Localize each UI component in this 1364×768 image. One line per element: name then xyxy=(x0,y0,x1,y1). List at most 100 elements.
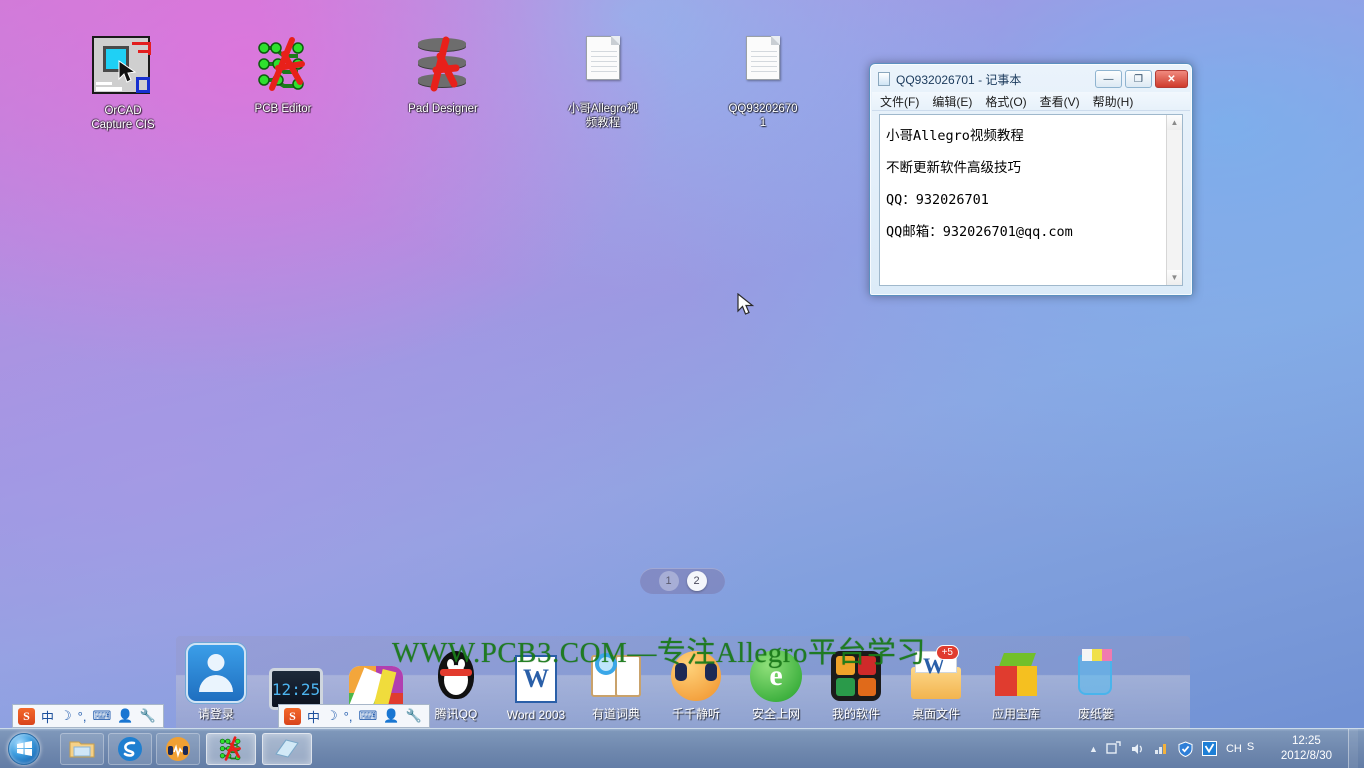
notepad-icon xyxy=(275,738,299,758)
desktop-icon-label: PCB Editor xyxy=(254,103,312,115)
notepad-line: QQ邮箱：932026701@qq.com xyxy=(886,224,1073,240)
sogou-browser-icon xyxy=(118,736,142,761)
scroll-down-arrow-icon[interactable]: ▼ xyxy=(1167,270,1182,285)
show-desktop-button[interactable] xyxy=(1348,728,1358,768)
pad-designer-icon xyxy=(412,34,474,96)
notepad-titlebar[interactable]: QQ932026701 - 记事本 — ❐ ✕ xyxy=(872,66,1190,92)
ime-settings-icon[interactable]: 🔧 xyxy=(139,708,155,724)
dock-item-label: 应用宝库 xyxy=(991,707,1040,721)
dock-item-label: 安全上网 xyxy=(751,707,800,721)
pcb-editor-icon xyxy=(219,735,241,761)
taskbar-clock[interactable]: 12:25 2012/8/30 xyxy=(1277,734,1336,764)
user-avatar-icon xyxy=(186,643,246,703)
desktop-icon-label: Pad Designer xyxy=(408,103,478,115)
notepad-scrollbar[interactable]: ▲ ▼ xyxy=(1166,115,1182,285)
language-code: CH xyxy=(1225,742,1242,755)
taskbar-pcb-editor[interactable] xyxy=(206,732,256,765)
volume-icon[interactable] xyxy=(1130,741,1146,757)
ime-punctuation-icon[interactable]: °, xyxy=(344,709,353,724)
taskbar[interactable]: ▲ CH S 12:25 2012/8/30 xyxy=(0,728,1364,768)
folder-icon xyxy=(69,741,95,757)
desktop-icon-orcad-capture-cis[interactable]: OrCAD Capture CIS xyxy=(62,34,184,132)
desktop-icon-pad-designer[interactable]: Pad Designer xyxy=(382,34,504,116)
sogou-ime-icon[interactable]: S xyxy=(1247,741,1263,757)
menu-item-help[interactable]: 帮助(H) xyxy=(1093,93,1134,110)
ime-moon-icon[interactable]: ☽ xyxy=(60,708,72,724)
text-document-icon xyxy=(572,34,634,96)
ime-settings-icon[interactable]: 🔧 xyxy=(405,708,421,724)
desktop-icon-label: 小哥Allegro视 频教程 xyxy=(567,103,639,129)
language-indicator[interactable]: CH S xyxy=(1226,741,1263,757)
page-dot-1[interactable]: 1 xyxy=(658,571,679,591)
notepad-app-icon xyxy=(878,72,890,86)
orcad-capture-cis-icon xyxy=(92,36,154,98)
desktop-icon-label: QQ93202670 1 xyxy=(728,103,798,129)
windows-logo-icon xyxy=(8,732,40,765)
pcb-editor-icon xyxy=(252,34,314,96)
network-icon[interactable] xyxy=(1154,741,1170,757)
desktop-icon-label: OrCAD Capture CIS xyxy=(91,105,155,131)
start-button[interactable] xyxy=(0,730,48,768)
ime-moon-icon[interactable]: ☽ xyxy=(326,708,338,724)
ime-keyboard-icon[interactable]: ⌨ xyxy=(358,708,377,724)
sogou-ime-icon[interactable]: S xyxy=(18,707,35,725)
notepad-line: QQ：932026701 xyxy=(886,192,989,208)
dock-item-label: 桌面文件 xyxy=(911,707,960,721)
notepad-line: 小哥Allegro视频教程 xyxy=(886,128,1024,144)
menu-item-view[interactable]: 查看(V) xyxy=(1040,93,1080,110)
desktop-icon-allegro-video-tutorial[interactable]: 小哥Allegro视 频教程 xyxy=(542,34,664,130)
taskbar-music[interactable] xyxy=(156,732,200,765)
scroll-up-arrow-icon[interactable]: ▲ xyxy=(1167,115,1182,130)
maximize-button[interactable]: ❐ xyxy=(1125,70,1152,88)
mouse-cursor-icon xyxy=(737,293,755,315)
notepad-menubar[interactable]: 文件(F) 编辑(E) 格式(O) 查看(V) 帮助(H) xyxy=(872,92,1190,111)
dock-item-label: 有道词典 xyxy=(591,707,640,721)
notepad-text-area[interactable]: 小哥Allegro视频教程 不断更新软件高级技巧 QQ：932026701 QQ… xyxy=(880,115,1166,285)
notepad-window[interactable]: QQ932026701 - 记事本 — ❐ ✕ 文件(F) 编辑(E) 格式(O… xyxy=(869,63,1193,296)
ime-punctuation-icon[interactable]: °, xyxy=(78,709,87,724)
dock-item-label: 废纸篓 xyxy=(1077,707,1114,721)
desktop-page-indicator[interactable]: 1 2 xyxy=(640,568,725,594)
ime-mode-chinese[interactable]: 中 xyxy=(41,707,54,726)
ime-keyboard-icon[interactable]: ⌨ xyxy=(92,708,111,724)
notepad-body[interactable]: 小哥Allegro视频教程 不断更新软件高级技巧 QQ：932026701 QQ… xyxy=(879,114,1183,286)
sogou-ime-icon[interactable]: S xyxy=(284,707,301,725)
menu-item-format[interactable]: 格式(O) xyxy=(985,93,1026,110)
ime-toolbar-dock[interactable]: S 中 ☽ °, ⌨ 👤 🔧 xyxy=(278,704,430,728)
tray-overflow-arrow-icon[interactable]: ▲ xyxy=(1089,744,1098,754)
ime-user-icon[interactable]: 👤 xyxy=(383,708,399,724)
clock-time: 12:25 xyxy=(1292,734,1321,747)
notepad-line: 不断更新软件高级技巧 xyxy=(886,160,1021,176)
desktop[interactable]: OrCAD Capture CIS PCB Editor Pad Designe… xyxy=(0,0,1364,768)
antivirus-icon[interactable] xyxy=(1202,741,1218,757)
cube-icon xyxy=(989,649,1043,703)
menu-item-file[interactable]: 文件(F) xyxy=(880,93,919,110)
music-headphone-icon xyxy=(166,736,190,761)
dock-item-label: 请登录 xyxy=(197,707,234,721)
minimize-button[interactable]: — xyxy=(1095,70,1122,88)
system-tray[interactable]: ▲ CH S 12:25 2012/8/30 xyxy=(1089,728,1364,768)
close-button[interactable]: ✕ xyxy=(1155,70,1188,88)
dock-item-label: 千千静听 xyxy=(671,707,720,721)
notepad-title-text: QQ932026701 - 记事本 xyxy=(896,72,1022,87)
desktop-icon-qq-text-file[interactable]: QQ93202670 1 xyxy=(702,34,824,130)
page-dot-2[interactable]: 2 xyxy=(686,571,707,591)
taskbar-explorer[interactable] xyxy=(60,732,104,765)
dock-item-label: 我的软件 xyxy=(831,707,880,721)
menu-item-edit[interactable]: 编辑(E) xyxy=(932,93,972,110)
taskbar-notepad[interactable] xyxy=(262,732,312,765)
action-center-icon[interactable] xyxy=(1106,741,1122,757)
dock-item-login-account[interactable]: 请登录 xyxy=(176,643,256,728)
desktop-icon-pcb-editor[interactable]: PCB Editor xyxy=(222,34,344,116)
trash-basket-icon xyxy=(1069,649,1123,703)
watermark-text: WWW.PCB3.COM—专注Allegro平台学习 xyxy=(392,637,926,669)
dock-item-app-treasury[interactable]: 应用宝库 xyxy=(976,649,1056,728)
dock-item-label: Word 2003 xyxy=(506,708,566,722)
dock-item-recycle-bin[interactable]: 废纸篓 xyxy=(1056,649,1136,728)
taskbar-sogou[interactable] xyxy=(108,732,152,765)
text-document-icon xyxy=(732,34,794,96)
ime-mode-chinese[interactable]: 中 xyxy=(307,707,320,726)
ime-toolbar-left[interactable]: S 中 ☽ °, ⌨ 👤 🔧 xyxy=(12,704,164,728)
ime-user-icon[interactable]: 👤 xyxy=(117,708,133,724)
security-shield-icon[interactable] xyxy=(1178,740,1194,757)
